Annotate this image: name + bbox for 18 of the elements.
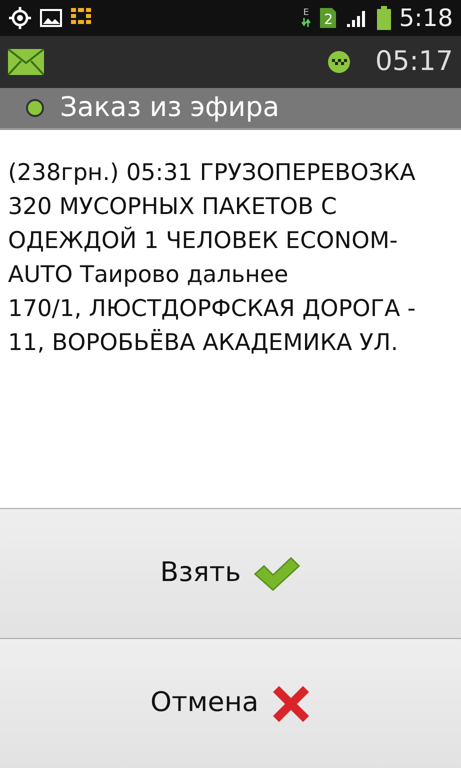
- header-title: Заказ из эфира: [60, 90, 280, 125]
- taxi-icon: [327, 50, 352, 74]
- order-text: (238грн.) 05:31 ГРУЗОПЕРЕВОЗКА 320 МУСОРНЫХ ПАКЕТОВ С ОДЕЖДОЙ 1 ЧЕЛОВЕК ECONOM-AUTO Таирово дальнее: [8, 159, 416, 290]
- app-time: 05:17: [375, 44, 453, 79]
- data-arrows-icon: [301, 18, 312, 27]
- status-time: 5:18: [399, 3, 453, 34]
- image-icon: [40, 8, 62, 28]
- check-icon: [252, 556, 301, 592]
- battery-icon: [377, 6, 392, 30]
- close-icon: [270, 684, 311, 724]
- cancel-button[interactable]: Отмена: [0, 638, 461, 768]
- network-type-label: E: [303, 9, 309, 18]
- envelope-icon: [8, 49, 44, 75]
- accept-button[interactable]: Взять: [0, 508, 461, 638]
- sim-card-icon: 2: [319, 7, 338, 29]
- gps-icon: [8, 6, 32, 30]
- status-dot-icon: [26, 99, 44, 117]
- order-text: 170/1, ЛЮСТДОРФСКАЯ ДОРОГА - 11, ВОРОБЬЁВА АКАДЕМИКА УЛ.: [8, 295, 417, 358]
